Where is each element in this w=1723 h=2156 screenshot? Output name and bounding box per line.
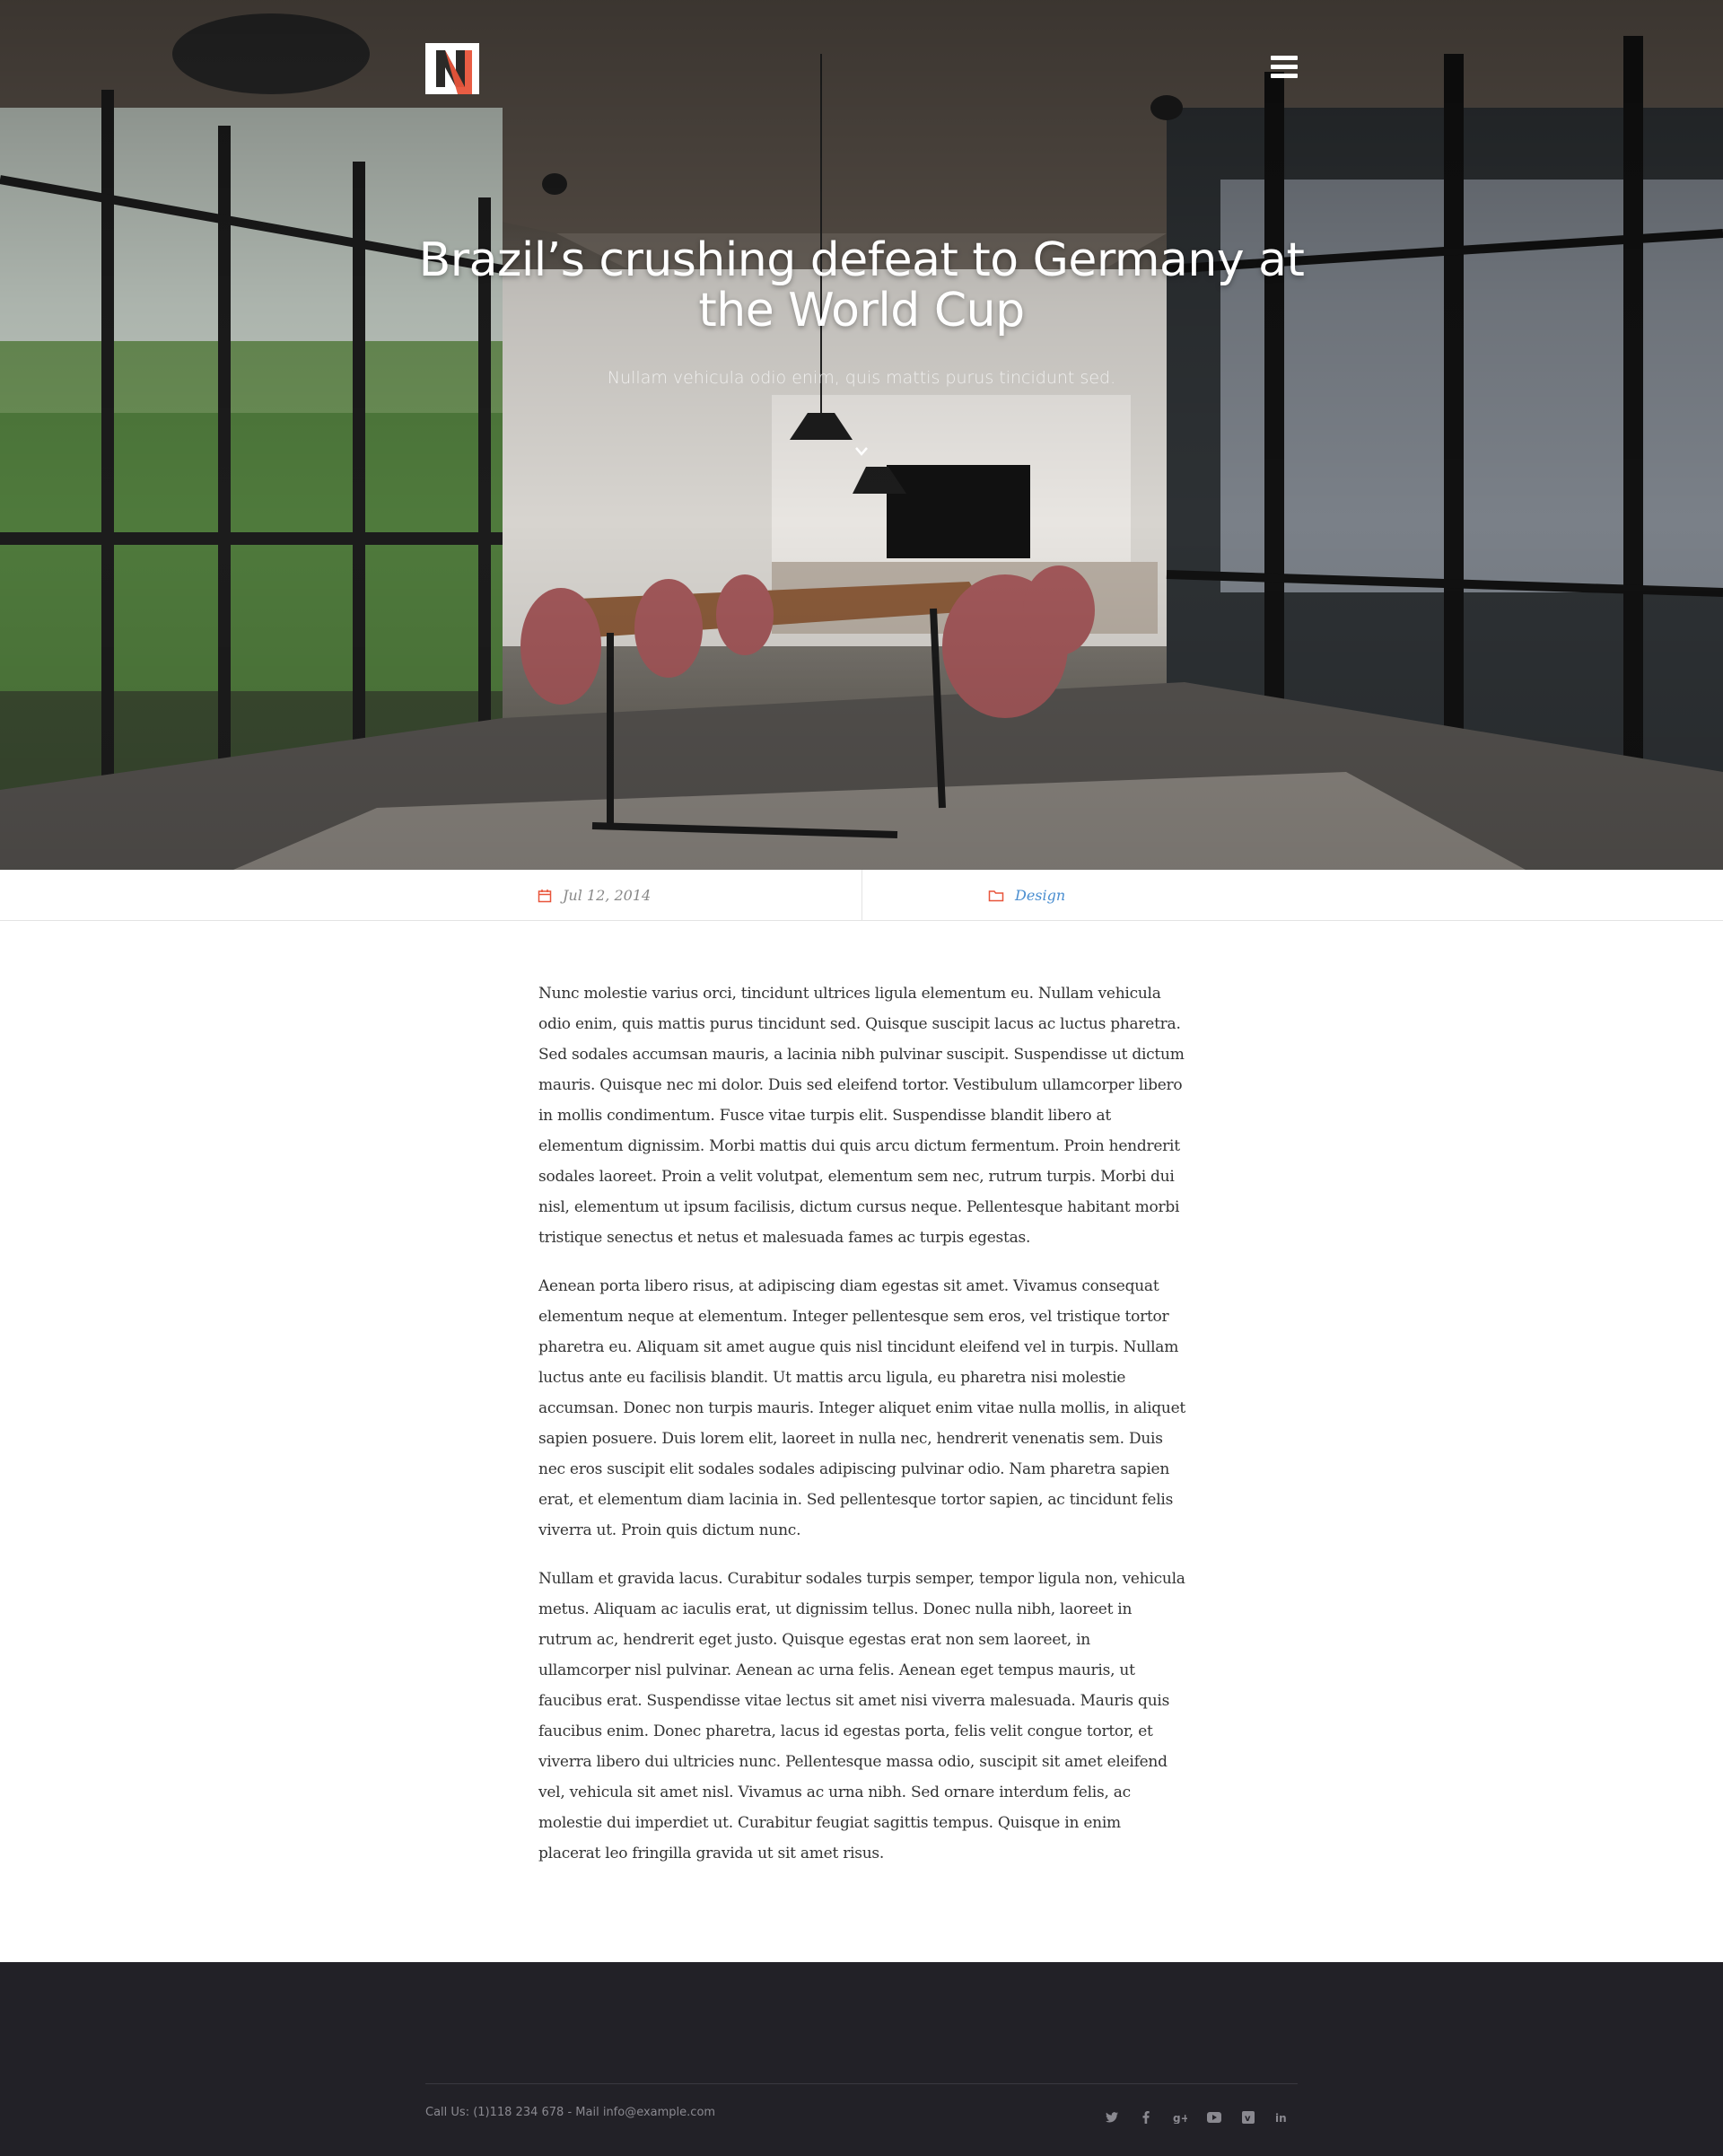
svg-text:g+: g+ — [1173, 2112, 1187, 2124]
site-logo[interactable] — [425, 43, 479, 94]
youtube-icon[interactable] — [1206, 2109, 1222, 2125]
hero-overlay — [0, 0, 1723, 870]
article-body: Nunc molestie varius orci, tincidunt ult… — [538, 978, 1186, 1887]
facebook-icon[interactable] — [1138, 2109, 1154, 2125]
calendar-icon — [538, 889, 552, 902]
google-plus-icon[interactable]: g+ — [1172, 2109, 1188, 2125]
menu-bar — [1271, 74, 1298, 78]
svg-text:in: in — [1275, 2112, 1287, 2124]
footer-email-link[interactable]: info@example.com — [603, 2106, 715, 2119]
menu-bar — [1271, 65, 1298, 69]
article-paragraph: Aenean porta libero risus, at adipiscing… — [538, 1277, 1185, 1539]
social-links: g+ v in — [1104, 2109, 1290, 2125]
article-paragraph: Nullam et gravida lacus. Curabitur sodal… — [538, 1570, 1185, 1862]
post-category-link[interactable]: Design — [1015, 887, 1065, 904]
footer-phone: Call Us: (1)118 234 678 — [425, 2106, 564, 2119]
hero-section: Brazil’s crushing defeat to Germany at t… — [0, 0, 1723, 870]
site-footer: Call Us: (1)118 234 678 - Mail info@exam… — [0, 1962, 1723, 2156]
folder-icon — [988, 890, 1004, 901]
twitter-icon[interactable] — [1104, 2109, 1120, 2125]
footer-separator: - Mail — [564, 2106, 603, 2119]
post-date: Jul 12, 2014 — [538, 870, 651, 921]
linkedin-icon[interactable]: in — [1274, 2109, 1290, 2125]
menu-bar — [1271, 56, 1298, 60]
menu-icon[interactable] — [1271, 56, 1298, 79]
chevron-down-icon[interactable] — [853, 443, 870, 460]
post-category[interactable]: Design — [988, 870, 1065, 921]
article-paragraph: Nunc molestie varius orci, tincidunt ult… — [538, 985, 1185, 1247]
post-meta-bar: Jul 12, 2014 Design — [0, 870, 1723, 921]
vimeo-icon[interactable]: v — [1240, 2109, 1256, 2125]
footer-divider — [425, 2083, 1298, 2084]
footer-contact: Call Us: (1)118 234 678 - Mail info@exam… — [425, 2106, 715, 2119]
post-date-label: Jul 12, 2014 — [563, 887, 652, 904]
page-subtitle: Nullam vehicula odio enim, quis mattis p… — [607, 368, 1116, 388]
page-title: Brazil’s crushing defeat to Germany at t… — [418, 233, 1305, 337]
svg-text:v: v — [1245, 2114, 1251, 2124]
